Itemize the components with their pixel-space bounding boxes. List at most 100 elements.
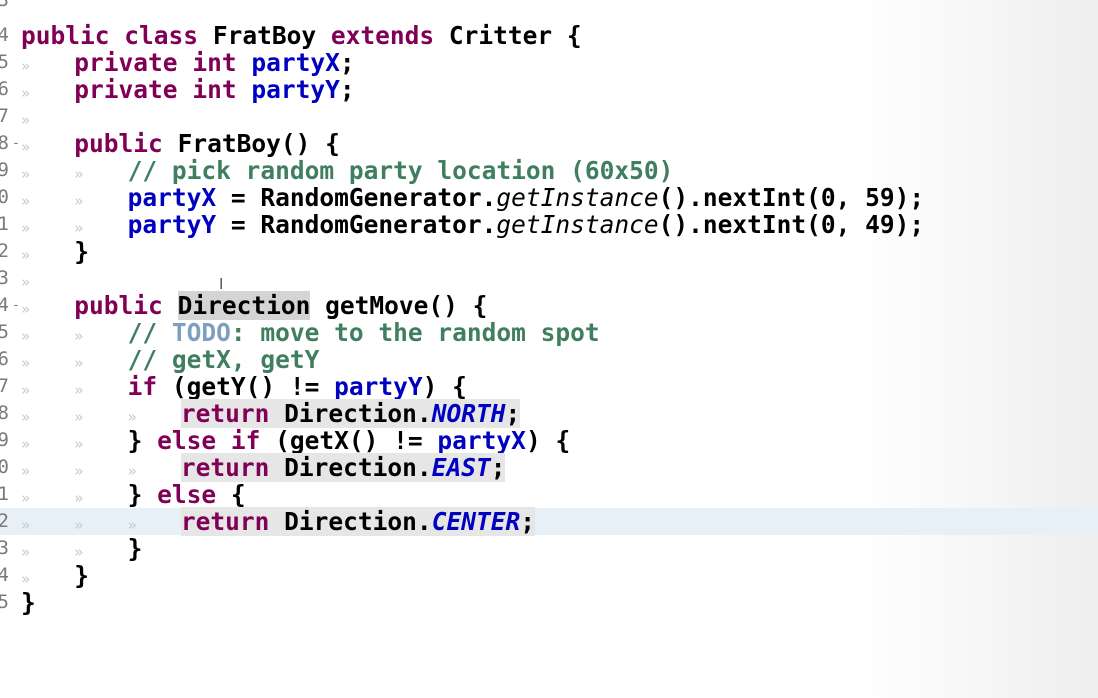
code-line[interactable]: 2 » } — [0, 238, 1098, 265]
tab-marker: » — [21, 381, 31, 399]
comment: // — [127, 318, 172, 347]
field-name: partyY — [334, 372, 423, 401]
tab-marker: » — [21, 489, 31, 507]
tab-marker: » — [21, 354, 31, 372]
line-number: 3 — [0, 0, 9, 11]
tab-marker: » — [74, 489, 84, 507]
tab-marker: » — [21, 165, 31, 183]
highlighted-statement: return Direction.EAST; — [180, 453, 506, 482]
keyword: public — [74, 291, 163, 320]
code-line[interactable]: 6 » private int partyY; — [0, 76, 1098, 103]
code-line[interactable]: 5 » » // TODO: move to the random spot — [0, 319, 1098, 346]
line-number: 9 — [0, 429, 9, 451]
code-line[interactable]: 5 » private int partyX; — [0, 49, 1098, 76]
code-line[interactable]: 5 } — [0, 589, 1098, 616]
code-line[interactable]: 4 » } — [0, 562, 1098, 589]
code-line[interactable]: 6 » » // getX, getY — [0, 346, 1098, 373]
keyword: int — [192, 48, 237, 77]
code-line[interactable]: 9 » » // pick random party location (60x… — [0, 157, 1098, 184]
tab-marker: » — [21, 246, 31, 264]
code-fragment: = RandomGenerator. — [216, 183, 497, 212]
todo-tag: TODO — [171, 318, 231, 347]
code-fragment: ().nextInt(0, 49); — [658, 210, 925, 239]
keyword: private — [74, 75, 178, 104]
field-name: partyX — [251, 48, 340, 77]
fold-toggle-icon[interactable]: - — [12, 130, 20, 157]
code-line[interactable]: 9 » » } else if (getX() != partyX) { — [0, 427, 1098, 454]
tab-marker: » — [74, 408, 84, 426]
tab-marker: » — [21, 543, 31, 561]
tab-marker: » — [21, 435, 31, 453]
tab-marker: » — [74, 543, 84, 561]
keyword: public — [74, 129, 163, 158]
current-code-line[interactable]: 2 » » » return Direction.CENTER; — [0, 507, 1098, 536]
keyword: return — [180, 453, 270, 482]
enum-constant: NORTH — [431, 399, 506, 428]
keyword: return — [180, 399, 270, 428]
code-fragment: (getX() != — [260, 426, 438, 455]
code-line[interactable]: 1 » » } else { — [0, 481, 1098, 508]
static-method: getInstance — [496, 210, 659, 239]
constructor-signature: FratBoy() { — [177, 129, 340, 158]
code-editor[interactable]: 3 4 public class FratBoy extends Critter… — [0, 0, 1098, 624]
code-line[interactable]: 7 » » if (getY() != partyY) { — [0, 373, 1098, 400]
code-line[interactable]: 1 » » partyY = RandomGenerator.getInstan… — [0, 211, 1098, 238]
tab-marker: » — [21, 570, 31, 588]
code-line[interactable]: 4 public class FratBoy extends Critter { — [0, 22, 1098, 49]
field-name: partyX — [127, 183, 217, 212]
line-number: 5 — [0, 321, 9, 343]
code-line[interactable]: 8 » » » return Direction.NORTH; — [0, 399, 1098, 428]
highlighted-statement: return Direction.CENTER; — [180, 507, 535, 536]
code-fragment: Direction. — [284, 399, 432, 428]
semicolon: ; — [339, 48, 355, 77]
fold-toggle-icon[interactable]: - — [12, 292, 20, 319]
keyword: int — [192, 75, 237, 104]
keyword: if — [230, 426, 261, 455]
field-name: partyY — [251, 75, 340, 104]
keyword: else — [157, 480, 217, 509]
line-number: 5 — [0, 591, 9, 613]
code-line[interactable]: 0 » » » return Direction.EAST; — [0, 453, 1098, 482]
tab-marker: » — [21, 273, 31, 291]
line-number: 8 — [0, 132, 9, 154]
code-line[interactable]: 3 — [0, 0, 1098, 14]
tab-marker: » — [21, 462, 31, 480]
tab-marker: » — [21, 57, 31, 75]
line-number: 1 — [0, 483, 9, 505]
brace: } — [74, 561, 90, 590]
class-name: FratBoy — [212, 21, 317, 50]
semicolon: ; — [490, 453, 506, 482]
brace: { — [566, 21, 582, 50]
code-line[interactable]: 3 » — [0, 265, 1098, 292]
line-number: 8 — [0, 402, 9, 424]
code-line[interactable]: 3 » » } — [0, 535, 1098, 562]
comment: // pick random party location (60x50) — [127, 156, 674, 185]
field-name: partyX — [437, 426, 526, 455]
highlighted-statement: return Direction.NORTH; — [180, 399, 521, 428]
enum-constant: EAST — [431, 453, 491, 482]
keyword: extends — [330, 21, 435, 50]
semicolon: ; — [520, 507, 535, 536]
code-line[interactable]: 0 » » partyX = RandomGenerator.getInstan… — [0, 184, 1098, 211]
tab-marker: » — [127, 462, 137, 480]
line-number: 4 — [0, 24, 9, 46]
enum-constant: CENTER — [431, 507, 521, 536]
keyword: class — [124, 21, 199, 50]
text-cursor-icon: I — [219, 275, 224, 293]
tab-marker: » — [21, 138, 31, 156]
tab-marker: » — [21, 84, 31, 102]
brace: { — [216, 480, 246, 509]
code-line[interactable]: 8 - » public FratBoy() { — [0, 130, 1098, 157]
tab-marker: » — [21, 327, 31, 345]
keyword: public — [21, 21, 110, 50]
line-number: 2 — [0, 510, 9, 532]
code-line[interactable]: 7 » — [0, 103, 1098, 130]
line-number: 7 — [0, 375, 9, 397]
line-number: 0 — [0, 186, 9, 208]
brace: } — [21, 588, 36, 617]
tab-marker: » — [74, 165, 84, 183]
code-line[interactable]: 4 - » public Direction getMove() { — [0, 291, 1098, 320]
line-number: 9 — [0, 159, 9, 181]
keyword: return — [180, 507, 270, 536]
tab-marker: » — [21, 111, 31, 129]
